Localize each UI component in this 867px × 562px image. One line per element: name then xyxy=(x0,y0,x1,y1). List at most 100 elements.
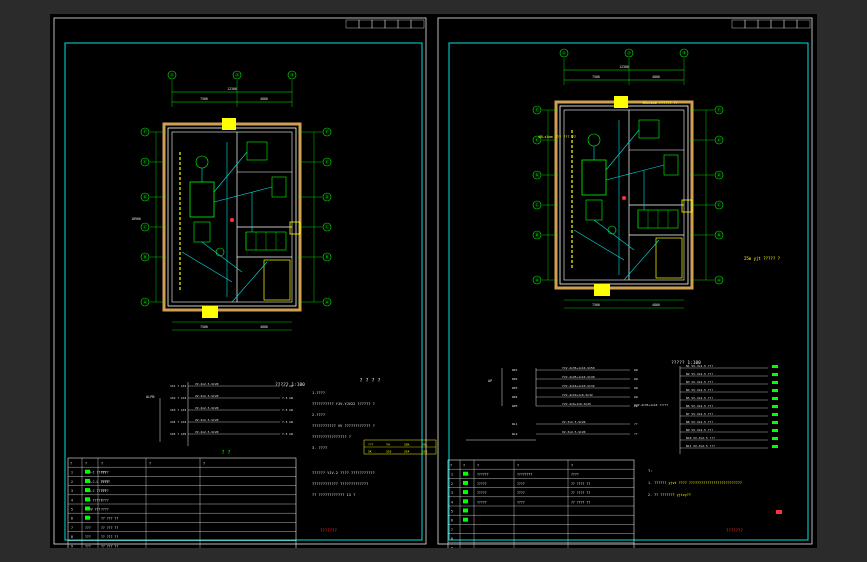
branch-row: N9 VV-3x2.5 ??? xyxy=(686,428,713,432)
schedule-load: kW xyxy=(634,395,638,399)
branch-tag-icon xyxy=(772,373,778,376)
branch-tag-icon xyxy=(772,381,778,384)
note-line: ?????? YJV-2 ???? ??????????? xyxy=(312,471,375,475)
legend-cell-name: ????? xyxy=(477,491,487,495)
grid-label: Ⓓ xyxy=(535,172,540,179)
floor-plan: ① ② ③123007500 4800Ⓕ ⒻⒺ ⒺⒹ ⒹⒸ ⒸⒷ ⒷⒶ Ⓐ7500 4800 xyxy=(532,48,724,309)
grid-label: Ⓔ xyxy=(717,137,722,144)
schedule-cable: VV-4x2.5-SC20 xyxy=(195,406,219,410)
entry-marker xyxy=(594,284,610,296)
legend-symbol-icon xyxy=(85,497,90,502)
wall-outline xyxy=(167,127,297,307)
grid-label: Ⓓ xyxy=(325,194,330,201)
legend-symbol-icon xyxy=(463,517,468,522)
notes-block: ? ? ? ? 1.???? ?????????? YJV-YJV22 ?????… xyxy=(312,378,437,497)
legend-cell-no: 8 xyxy=(71,535,73,539)
branch-row: N4 VV-3x2.5 ??? xyxy=(686,388,713,392)
grid-label: Ⓐ xyxy=(717,277,722,284)
title-strip-cell xyxy=(731,19,746,29)
schedule-cable: YJV-4x6+1x6-SC25 xyxy=(562,402,591,406)
dim-text: 7500 xyxy=(592,303,600,307)
grid-label: ① xyxy=(562,51,567,57)
schedule-cable: YJV-4x25+1x16-SC40 xyxy=(562,375,595,379)
equipment-box xyxy=(585,199,603,221)
branch-tag-icon xyxy=(772,365,778,368)
schedule-item: WP4 xyxy=(512,395,518,399)
room-highlight xyxy=(263,259,291,301)
transformer-body xyxy=(189,181,215,218)
note-table-head: 2SL xyxy=(422,443,428,447)
legend-table: ?????1ABG??????????????????2AD??????????… xyxy=(447,459,635,548)
panel-box xyxy=(638,119,660,139)
title-strip-cell xyxy=(397,19,412,29)
note-line: 2. ?? ??????? yjtvy?? xyxy=(648,493,691,497)
branch-tag-icon xyxy=(772,405,778,408)
legend-cell-qty: ???? xyxy=(101,480,109,484)
note-table-head: 7H xyxy=(386,443,390,447)
title-strip-cell xyxy=(796,19,811,29)
schedule-cable: VV-4x2.5-SC20 xyxy=(195,394,219,398)
title-strip-cell xyxy=(770,19,785,29)
cable-run xyxy=(573,229,625,261)
legend-header: ? xyxy=(203,462,205,466)
ground-point-marker xyxy=(230,218,234,222)
note-table-cell: 2S5 xyxy=(386,450,392,454)
dim-text: 7500 xyxy=(200,97,208,101)
cad-viewport[interactable]: ① ② ③ 12300 7500 4800 Ⓕ Ⓕ Ⓔ Ⓔ Ⓓ Ⓓ Ⓒ Ⓒ Ⓑ Ⓑ Ⓐ Ⓐ 7500 4800 1890… xyxy=(50,14,817,548)
legend-cell-no: 7 xyxy=(451,528,453,532)
schedule-cable: YJV-4x10+1x6-SC32 xyxy=(562,393,593,397)
branch-tag-icon xyxy=(772,445,778,448)
right-sheet: ① ② ③123007500 4800Ⓕ ⒻⒺ ⒺⒹ ⒹⒸ ⒸⒷ ⒷⒶ Ⓐ7500 48004RLx… xyxy=(437,17,813,548)
notes-heading: ?: xyxy=(648,468,653,473)
legend-cell-no: 9 xyxy=(71,544,73,548)
power-schedule: AP WP1 YJV-4x35+1x16-SC50 kW WP2 YJV-4x25+1x1… xyxy=(466,366,638,441)
legend-header: ? xyxy=(149,462,151,466)
legend-symbol-icon xyxy=(85,478,90,483)
equipment-circle xyxy=(215,247,225,257)
title-block-label: ??????? xyxy=(726,528,743,533)
schedule-cable: VV-4x2.5-SC20 xyxy=(195,418,219,422)
schedule-load: kW xyxy=(634,386,638,390)
legend-cell-no: 4 xyxy=(451,500,453,504)
grid-label: Ⓑ xyxy=(325,254,330,261)
note-table-head: ??? xyxy=(368,443,374,447)
sheet-inner-border xyxy=(448,42,809,541)
grid-label: Ⓐ xyxy=(325,299,330,306)
legend-cell-name: ??? xyxy=(85,535,91,539)
panel-box xyxy=(663,154,679,176)
panel-box xyxy=(246,141,268,161)
room-highlight xyxy=(655,237,683,279)
grid-label: Ⓓ xyxy=(717,172,722,179)
grid-label: Ⓒ xyxy=(325,224,330,231)
grid-label: ② xyxy=(627,51,632,57)
schedule-item: WL2 xyxy=(512,432,518,436)
entry-marker xyxy=(614,96,628,108)
legend-symbol-icon xyxy=(463,480,468,485)
equipment-circle xyxy=(195,155,209,169)
legend-cell-no: 3 xyxy=(451,491,453,495)
legend-cell-no: 2 xyxy=(451,482,453,486)
branch-tag-icon xyxy=(772,429,778,432)
panel-label: ALPB xyxy=(146,395,154,399)
branch-row: N1 VV-3x2.5 ??? xyxy=(686,364,713,368)
legend-cell-no: 5 xyxy=(451,510,453,514)
branch-row: N11 VV-3x2.5 ??? xyxy=(686,444,715,448)
notes-title: ? ? ? ? xyxy=(359,378,380,384)
legend-cell-name: ????? xyxy=(477,482,487,486)
note-line: 1.???? xyxy=(312,391,325,395)
schedule-cable: VV-3x2.5-SC20 xyxy=(562,420,586,424)
wall-hatch-outer xyxy=(554,100,694,290)
schedule-load: ?? xyxy=(634,422,638,426)
legend-cell-no: 2 xyxy=(71,480,73,484)
grid-label: Ⓔ xyxy=(143,159,148,166)
note-line: ??????????? VV ???????????? ? xyxy=(312,424,375,428)
legend-cell-no: 4 xyxy=(71,498,73,502)
legend-cell-qty: ?? ??? ?? xyxy=(101,544,118,548)
title-strip-cell xyxy=(757,19,772,29)
grid-label: Ⓑ xyxy=(535,232,540,239)
dim-text-left: 18900 xyxy=(131,217,141,221)
legend-cell-spec: ???? xyxy=(517,482,525,486)
schedule-cable: YJV-4x16+1x10-SC32 xyxy=(562,384,595,388)
schedule-item: 1X2 ? 1X2 xyxy=(170,396,186,400)
distribution-schedule: ALPB 1X1 ? 1X1 VV-4x2.5-SC20 7.5 kW 1X2 ? 1X… xyxy=(146,382,293,446)
